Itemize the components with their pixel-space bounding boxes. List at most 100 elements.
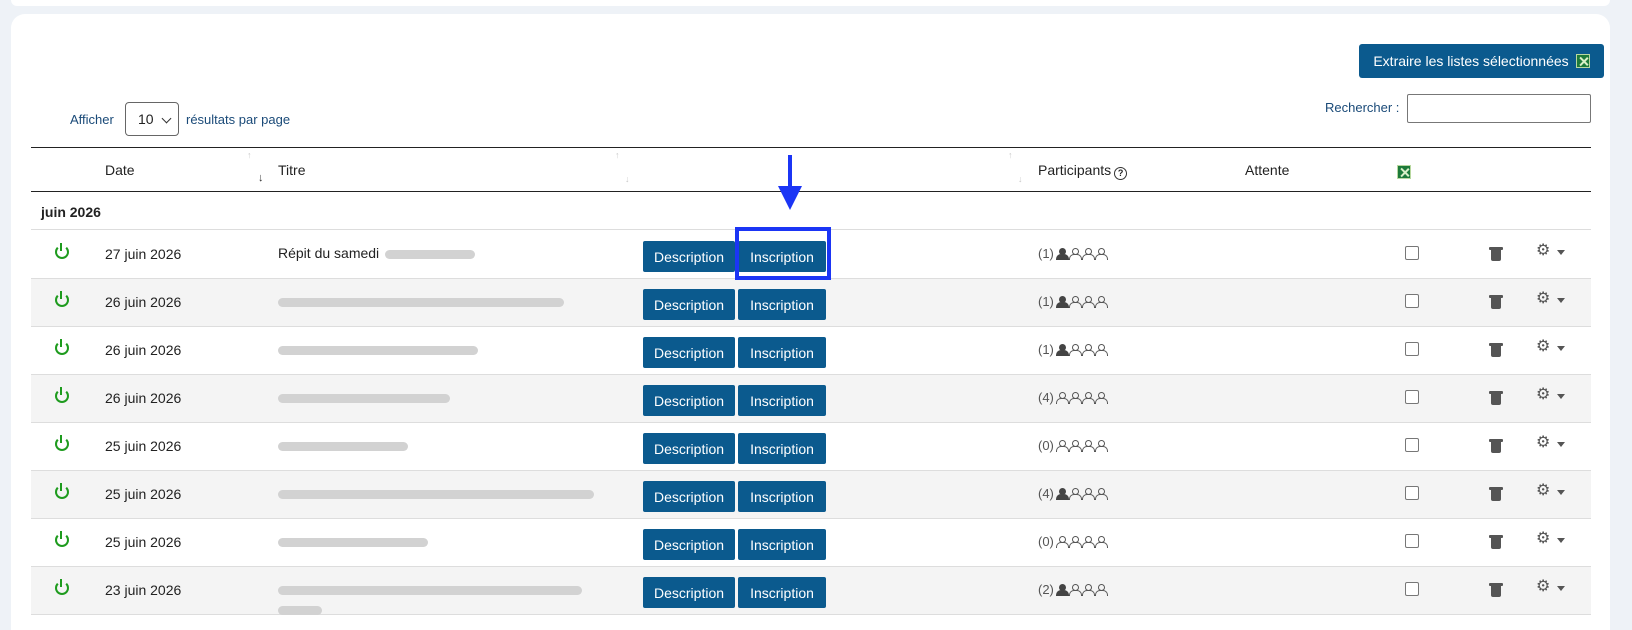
sort-desc-icon[interactable]: ↓ [625, 174, 630, 184]
event-title[interactable] [278, 581, 582, 615]
page-length-select[interactable]: 10 [125, 102, 179, 136]
redacted-text [278, 489, 594, 499]
inscription-button[interactable]: Inscription [738, 433, 826, 464]
select-checkbox[interactable] [1405, 342, 1419, 356]
event-title[interactable] [278, 389, 450, 405]
trash-icon[interactable] [1489, 534, 1503, 549]
inscription-button[interactable]: Inscription [738, 481, 826, 512]
description-button[interactable]: Description [643, 529, 735, 560]
col-date[interactable]: Date [105, 162, 135, 178]
export-lists-button[interactable]: Extraire les listes sélectionnées [1359, 44, 1604, 78]
trash-icon[interactable] [1489, 342, 1503, 357]
participant-icon [1068, 295, 1082, 308]
caret-down-icon[interactable] [1557, 490, 1565, 495]
participants-cell: (1) [1038, 342, 1108, 357]
event-title[interactable] [278, 485, 594, 501]
power-icon[interactable] [55, 387, 69, 403]
trash-icon[interactable] [1489, 438, 1503, 453]
caret-down-icon[interactable] [1557, 394, 1565, 399]
select-checkbox[interactable] [1405, 438, 1419, 452]
participant-icon [1081, 439, 1095, 452]
trash-icon[interactable] [1489, 246, 1503, 261]
select-checkbox[interactable] [1405, 582, 1419, 596]
caret-down-icon[interactable] [1557, 346, 1565, 351]
event-title[interactable] [278, 341, 478, 357]
caret-down-icon[interactable] [1557, 538, 1565, 543]
sort-desc-icon[interactable]: ↓ [1018, 174, 1023, 184]
trash-icon[interactable] [1489, 486, 1503, 501]
caret-down-icon[interactable] [1557, 250, 1565, 255]
gear-icon[interactable]: ⚙ [1536, 243, 1550, 259]
power-icon[interactable] [55, 339, 69, 355]
power-icon[interactable] [55, 291, 69, 307]
gear-icon[interactable]: ⚙ [1536, 339, 1550, 355]
gear-icon[interactable]: ⚙ [1536, 579, 1550, 595]
description-button[interactable]: Description [643, 241, 735, 272]
select-checkbox[interactable] [1405, 534, 1419, 548]
power-icon[interactable] [55, 483, 69, 499]
description-button[interactable]: Description [643, 385, 735, 416]
participants-count: (0) [1038, 534, 1054, 549]
power-icon[interactable] [55, 243, 69, 259]
inscription-button[interactable]: Inscription [738, 577, 826, 608]
gear-icon[interactable]: ⚙ [1536, 435, 1550, 451]
col-title[interactable]: Titre [278, 162, 305, 178]
participant-icon [1055, 535, 1069, 548]
participant-icon [1055, 439, 1069, 452]
description-button[interactable]: Description [643, 289, 735, 320]
sort-asc-icon[interactable]: ↑ [1008, 150, 1013, 160]
sort-desc-icon[interactable]: ↓ [258, 172, 264, 184]
event-title[interactable] [278, 437, 408, 453]
description-button[interactable]: Description [643, 433, 735, 464]
select-checkbox[interactable] [1405, 246, 1419, 260]
col-waiting[interactable]: Attente [1245, 162, 1289, 178]
participant-icon [1094, 295, 1108, 308]
inscription-button[interactable]: Inscription [738, 289, 826, 320]
select-checkbox[interactable] [1405, 390, 1419, 404]
sort-asc-icon[interactable]: ↑ [615, 150, 620, 160]
description-button[interactable]: Description [643, 577, 735, 608]
trash-icon[interactable] [1489, 294, 1503, 309]
col-participants[interactable]: Participants? [1038, 162, 1128, 180]
inscription-button[interactable]: Inscription [738, 385, 826, 416]
inscription-button[interactable]: Inscription [738, 529, 826, 560]
power-icon[interactable] [55, 579, 69, 595]
select-checkbox[interactable] [1405, 294, 1419, 308]
search-input[interactable] [1407, 94, 1591, 123]
export-label: Extraire les listes sélectionnées [1373, 53, 1569, 69]
participant-icon [1055, 391, 1069, 404]
caret-down-icon[interactable] [1557, 442, 1565, 447]
power-icon[interactable] [55, 531, 69, 547]
event-title[interactable] [278, 293, 564, 309]
gear-icon[interactable]: ⚙ [1536, 483, 1550, 499]
gear-icon[interactable]: ⚙ [1536, 291, 1550, 307]
select-checkbox[interactable] [1405, 486, 1419, 500]
participant-icon [1055, 295, 1069, 308]
participants-cell: (0) [1038, 534, 1108, 549]
participants-cell: (4) [1038, 486, 1108, 501]
participant-icon [1068, 487, 1082, 500]
power-icon[interactable] [55, 435, 69, 451]
event-title[interactable] [278, 533, 428, 549]
gear-icon[interactable]: ⚙ [1536, 531, 1550, 547]
gear-icon[interactable]: ⚙ [1536, 387, 1550, 403]
sort-asc-icon[interactable]: ↑ [247, 150, 252, 160]
description-button[interactable]: Description [643, 481, 735, 512]
description-button[interactable]: Description [643, 337, 735, 368]
participant-icon [1081, 391, 1095, 404]
help-icon[interactable]: ? [1114, 167, 1128, 180]
trash-icon[interactable] [1489, 390, 1503, 405]
participant-icon [1094, 391, 1108, 404]
inscription-button[interactable]: Inscription [738, 337, 826, 368]
trash-icon[interactable] [1489, 582, 1503, 597]
top-panel-edge [11, 0, 1610, 6]
table-row: 26 juin 2026 Description Inscription (1) ⚙ [31, 327, 1591, 375]
participant-icon [1068, 247, 1082, 260]
event-title[interactable]: Répit du samedi [278, 245, 476, 261]
event-title-text: Répit du samedi [278, 245, 380, 261]
caret-down-icon[interactable] [1557, 586, 1565, 591]
caret-down-icon[interactable] [1557, 298, 1565, 303]
participant-icon [1094, 247, 1108, 260]
participant-icon [1055, 343, 1069, 356]
redacted-text [278, 297, 564, 307]
